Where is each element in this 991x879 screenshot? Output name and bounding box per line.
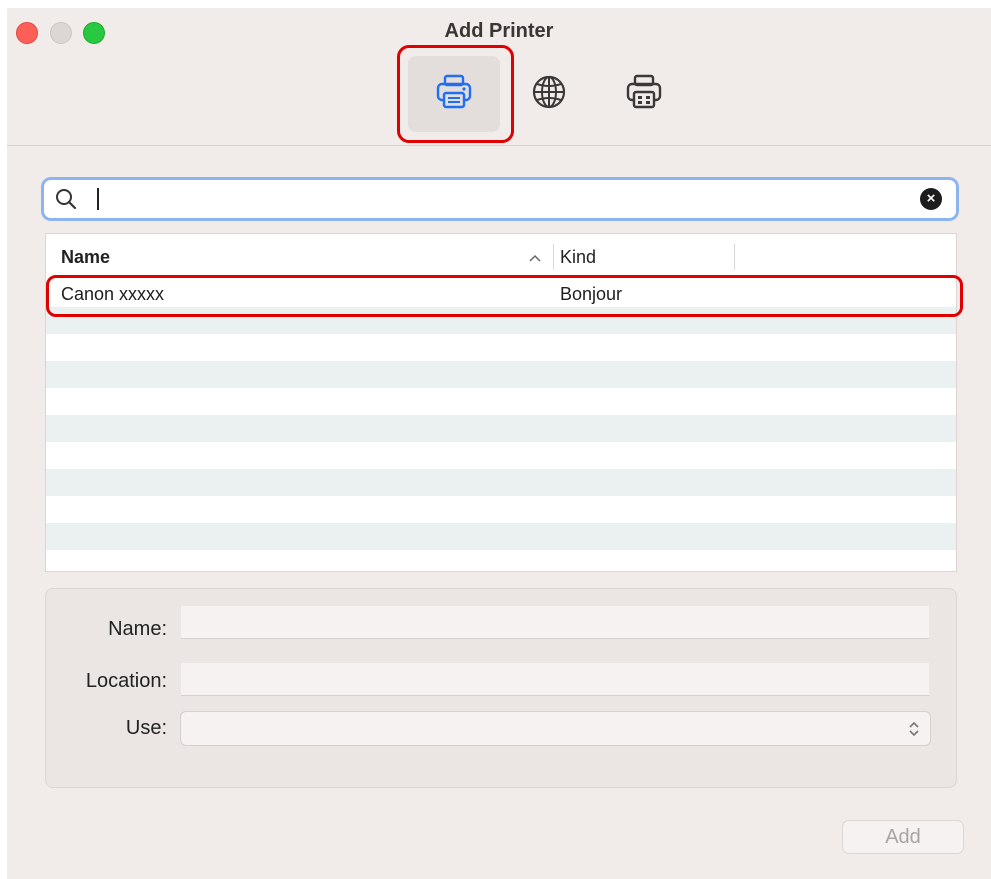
printer-details-form: Name: Location: Use:: [45, 588, 957, 788]
table-row: [46, 415, 956, 442]
text-cursor: [97, 188, 99, 210]
add-printer-window: Add Printer × Name Kind Canon xxxxx Bonj…: [7, 8, 991, 879]
name-label: Name:: [108, 618, 167, 640]
up-down-chevron-icon: [908, 720, 920, 743]
table-header: Name Kind: [46, 234, 956, 280]
table-row: [46, 550, 956, 571]
search-field[interactable]: ×: [44, 180, 956, 218]
table-row: [46, 361, 956, 388]
default-tab-highlight: [397, 45, 514, 143]
search-input[interactable]: [104, 183, 908, 215]
table-row: [46, 334, 956, 361]
column-divider[interactable]: [734, 244, 735, 270]
table-row: [46, 469, 956, 496]
windows-tab[interactable]: [598, 56, 690, 132]
column-header-kind[interactable]: Kind: [560, 247, 596, 268]
clear-search-icon[interactable]: ×: [920, 188, 942, 210]
table-row: [46, 496, 956, 523]
column-header-name[interactable]: Name: [61, 247, 110, 268]
use-select[interactable]: [180, 711, 931, 746]
location-label: Location:: [85, 670, 167, 692]
ip-tab[interactable]: [503, 56, 595, 132]
window-title: Add Printer: [444, 20, 554, 42]
column-divider[interactable]: [553, 244, 554, 270]
sort-ascending-icon: [529, 250, 541, 268]
printer-row-highlight: [46, 275, 963, 317]
search-icon: [54, 187, 78, 216]
use-label: Use:: [125, 717, 167, 739]
table-row: [46, 442, 956, 469]
table-row: [46, 523, 956, 550]
add-button[interactable]: Add: [842, 820, 964, 854]
table-row: [46, 388, 956, 415]
globe-icon: [529, 72, 569, 117]
name-field[interactable]: [181, 606, 929, 639]
windows-printer-icon: [624, 72, 664, 117]
location-field[interactable]: [181, 663, 929, 696]
